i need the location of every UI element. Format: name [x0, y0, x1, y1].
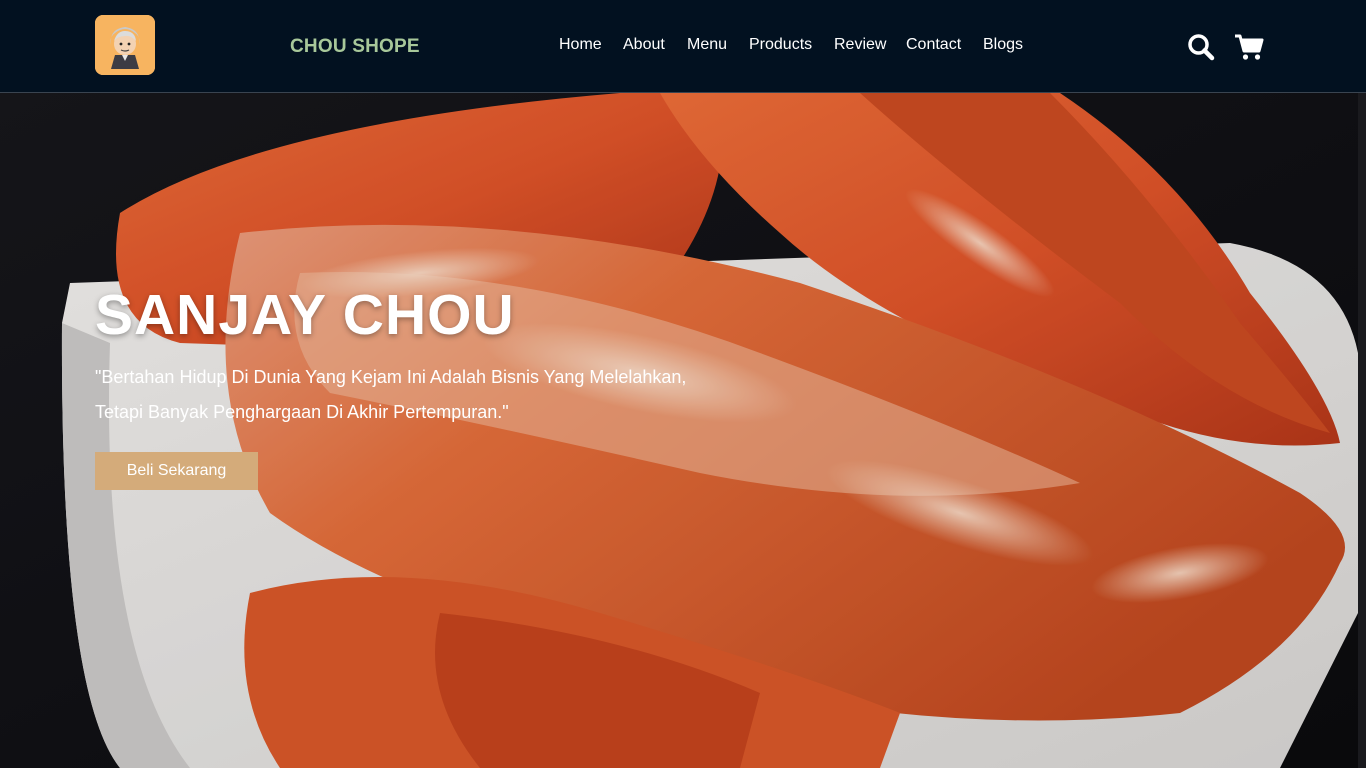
hero-food-image — [0, 93, 1358, 768]
nav-item-about[interactable]: About — [623, 36, 665, 54]
nav-item-contact[interactable]: Contact — [906, 36, 961, 54]
nav-item-blogs[interactable]: Blogs — [983, 36, 1023, 54]
logo[interactable] — [95, 15, 155, 75]
cart-icon[interactable] — [1234, 32, 1264, 62]
nav-item-home[interactable]: Home — [559, 36, 602, 54]
nav-item-menu[interactable]: Menu — [687, 36, 727, 54]
search-icon[interactable] — [1186, 32, 1216, 62]
buy-now-button[interactable]: Beli Sekarang — [95, 452, 258, 490]
brand-name[interactable]: CHOU SHOPE — [290, 36, 420, 58]
hero-title: SANJAY CHOU — [95, 283, 515, 347]
navbar: CHOU SHOPE Home About Menu Products Revi… — [0, 0, 1366, 93]
page-scrollbar[interactable] — [1358, 93, 1366, 768]
nav-item-review[interactable]: Review — [834, 36, 886, 54]
nav-item-products[interactable]: Products — [749, 36, 812, 54]
hero-section: SANJAY CHOU "Bertahan Hidup Di Dunia Yan… — [0, 93, 1358, 768]
hero-quote: "Bertahan Hidup Di Dunia Yang Kejam Ini … — [95, 367, 687, 422]
avatar-logo-icon — [95, 15, 155, 75]
